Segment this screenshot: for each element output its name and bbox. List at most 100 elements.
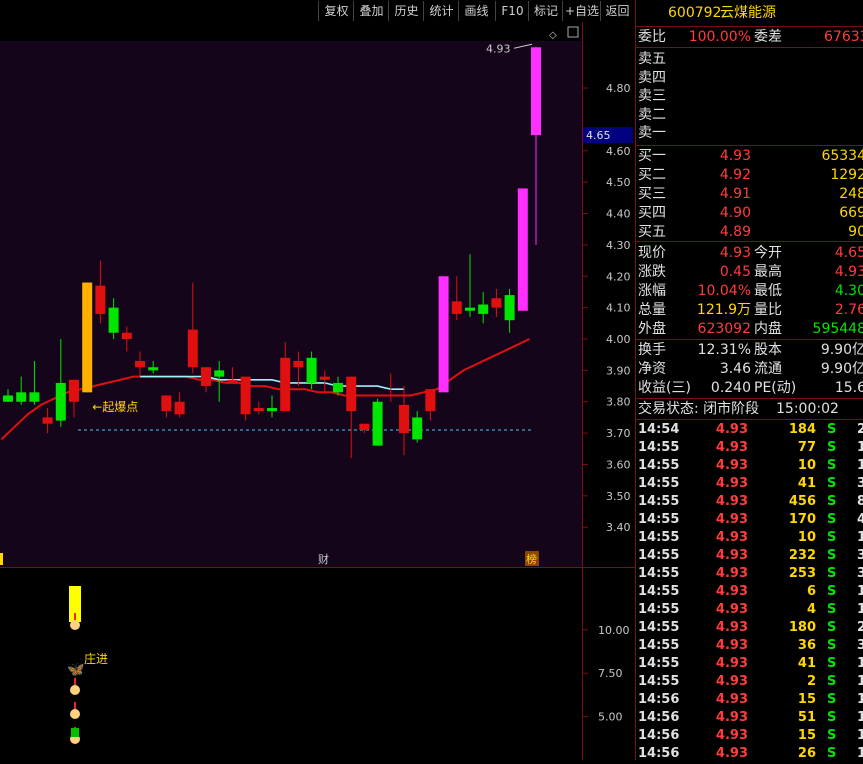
toolbar-button-3[interactable]: 统计 [423,1,459,21]
candle-body [82,282,93,393]
toolbar-button-1[interactable]: 叠加 [353,1,389,21]
tick-row: 14:55 4.93 2S 1 [636,673,863,691]
tick-time: 14:56 [638,710,680,725]
candle-body [372,401,383,446]
tick-side: S [827,458,837,473]
stats-value: 12.31% [697,342,751,358]
toolbar-button-2[interactable]: 历史 [388,1,424,21]
quote-row: 外盘 623092 内盘 595448 [636,320,863,338]
quote-label-2: 内盘 [754,321,782,337]
tick-time: 14:54 [638,422,680,437]
y-tick-label: 3.80 [606,396,631,409]
buy-level-price: 4.90 [719,205,751,221]
tick-row: 14:55 4.93 36 S 3 [636,637,863,655]
toolbar-button-8[interactable]: 返回 [600,1,634,21]
y-tick-label: 4.60 [606,145,631,158]
candle-body [293,360,304,368]
candle-body [517,188,528,311]
stats-value: 0.240 [710,380,751,396]
quote-label: 现价 [638,245,666,261]
tick-price: 4.93 [715,440,748,455]
y-tick-label: 3.70 [606,427,631,440]
quote-label: 涨幅 [638,283,666,299]
quote-value: 4.93 [719,245,751,261]
tick-volume: 36 [797,638,816,653]
tick-side: S [827,512,837,527]
tick-volume: 10 [797,458,816,473]
indicator-tick-label: 5.00 [598,711,623,724]
candle-body [240,376,251,415]
trade-status-time: 15:00:02 [776,401,839,417]
order-diff-value: 67633 [824,29,863,45]
y-tick-label: 4.10 [606,302,631,315]
candle-body [478,304,489,314]
y-tick-label: 4.20 [606,270,631,283]
tick-volume: 170 [788,512,816,527]
sep-1 [636,47,863,48]
tick-volume: 26 [797,746,816,760]
chart-area[interactable]: 4.80 4.60 4.50 4.40 4.30 4.20 4.10 4.00 3.90 3.80… [0,22,635,760]
sep-5 [636,398,863,399]
tick-side: S [827,422,837,437]
quote-row: 现价 4.93 今开 4.65 [636,244,863,262]
stock-code: 600792 [668,5,722,21]
toolbar-button-0[interactable]: 复权 [318,1,354,21]
buy-level-price: 4.93 [719,148,751,164]
buy-level-volume: 248 [839,186,863,202]
tick-row: 14:55 4.93 170 S 4 [636,511,863,529]
buy-level-volume: 65334 [821,148,863,164]
candle-body [465,307,475,311]
order-ratio-label: 委比 [638,29,666,45]
tick-volume: 180 [788,620,816,635]
stats-label: 换手 [638,342,666,358]
candle-body [174,401,185,415]
tick-price: 4.93 [715,692,748,707]
left-edge-marker [0,553,3,565]
toolbar-button-5[interactable]: F10 [495,1,529,21]
tick-row: 14:55 4.93 41 S 3 [636,475,863,493]
toolbar-button-4[interactable]: 画线 [458,1,494,21]
breakout-annotation: ←起爆点 [92,400,138,414]
order-ratio-value: 100.00% [688,29,751,45]
tick-row: 14:55 4.93 253 S 3 [636,565,863,583]
tick-side: S [827,692,837,707]
y-tick-label: 4.00 [606,333,631,346]
tick-count: 1 [857,439,863,457]
tick-price: 4.93 [715,422,748,437]
tick-side: S [827,548,837,563]
buy-level-row: 买一 4.93 65334 [636,147,863,165]
tick-time: 14:55 [638,458,680,473]
tick-volume: 51 [797,710,816,725]
tick-count: 1 [857,655,863,673]
candle-body [95,285,106,314]
tick-side: S [827,728,837,743]
tick-volume: 6 [806,584,816,599]
candle-body [333,382,343,393]
tick-price: 4.93 [715,746,748,760]
buy-level-label: 买三 [638,186,666,202]
tick-time: 14:56 [638,728,680,743]
quote-row: 涨幅 10.04% 最低 4.30 [636,282,863,300]
tick-count: 1 [857,709,863,727]
tick-count: 2 [857,619,863,637]
candle-body [346,376,357,412]
candlestick-chart[interactable]: 4.80 4.60 4.50 4.40 4.30 4.20 4.10 4.00 3.90 3.80… [0,22,635,760]
tick-side: S [827,530,837,545]
toolbar-button-7[interactable]: +自选 [562,1,601,21]
candle-body [214,370,225,377]
buy-level-volume: 669 [839,205,863,221]
candle-body [161,395,172,412]
tick-price: 4.93 [715,674,748,689]
tick-volume: 15 [797,692,816,707]
candle-body [108,307,119,333]
toolbar-button-6[interactable]: 标记 [528,1,563,21]
tick-row: 14:56 4.93 15 S 1 [636,691,863,709]
tick-row: 14:55 4.93 180 S 2 [636,619,863,637]
sep-6 [636,419,863,420]
candle-body [267,408,277,412]
y-tick-label: 4.80 [606,82,631,95]
tick-count: 4 [857,511,863,529]
buy-level-volume: 90 [848,224,863,240]
y-tick-label: 4.50 [606,176,631,189]
stats-label: 收益(三) [638,380,691,396]
